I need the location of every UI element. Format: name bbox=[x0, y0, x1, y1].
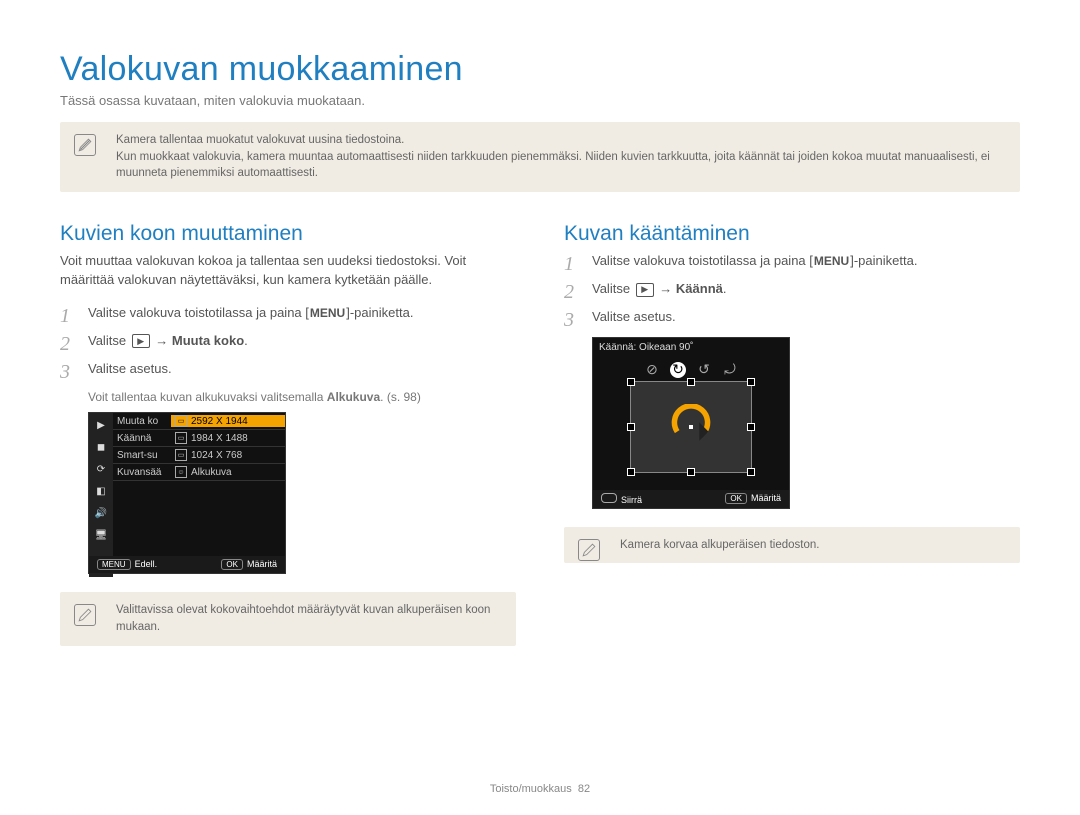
rotate-icon-left90: ↺ bbox=[696, 362, 712, 378]
menu-key-label: MENU bbox=[309, 305, 346, 322]
resize-step-2-pre: Valitse bbox=[88, 333, 130, 348]
lcd-row-1-label: Muuta ko bbox=[113, 416, 171, 427]
resize-section: Kuvien koon muuttaminen Voit muuttaa val… bbox=[60, 222, 516, 676]
lcd-back-label: Edell. bbox=[135, 559, 158, 569]
info-icon bbox=[74, 604, 96, 626]
page-footer: Toisto/muokkaus 82 bbox=[0, 783, 1080, 795]
lcd-row-2-label: Käännä bbox=[113, 433, 171, 444]
lcd-row-4-label: Kuvansää bbox=[113, 467, 171, 478]
resize-footnote: Voit tallentaa kuvan alkukuvaksi valitse… bbox=[88, 390, 516, 404]
arrow-text: → bbox=[656, 281, 676, 296]
rotate-step-2: Valitse ▶ → Käännä. bbox=[564, 280, 1020, 298]
size-icon: ▭ bbox=[175, 449, 187, 461]
resize-bottom-note-text: Valittavissa olevat kokovaihtoehdot määr… bbox=[116, 604, 490, 633]
nav-pill-icon bbox=[601, 493, 617, 503]
resize-footnote-post: . (s. 98) bbox=[380, 390, 421, 404]
menu-badge: MENU bbox=[97, 559, 131, 570]
lcd-row-3-label: Smart-su bbox=[113, 450, 171, 461]
lcd-row-3: Smart-su ▭ 1024 X 768 bbox=[113, 447, 285, 464]
footer-page-number: 82 bbox=[578, 783, 590, 795]
resize-heading: Kuvien koon muuttaminen bbox=[60, 222, 516, 246]
rotate-lcd-mock: Käännä: Oikeaan 90˚ ⊘ ↻ ↺ ⤾ bbox=[592, 337, 790, 509]
info-icon bbox=[578, 539, 600, 561]
lcd-icon-play: ▶ bbox=[93, 417, 109, 433]
lcd-row-2-value: ▭ 1984 X 1488 bbox=[171, 432, 285, 444]
rotate-icon-right90: ↻ bbox=[670, 362, 686, 378]
rotate-step-1-pre: Valitse valokuva toistotilassa ja paina … bbox=[592, 253, 813, 268]
resize-step-1-text-pre: Valitse valokuva toistotilassa ja paina … bbox=[88, 305, 309, 320]
page-subtitle: Tässä osassa kuvataan, miten valokuvia m… bbox=[60, 93, 1020, 108]
rotate-step-1-post: ]-painiketta. bbox=[850, 253, 917, 268]
ok-badge: OK bbox=[221, 559, 243, 570]
menu-key-label: MENU bbox=[813, 253, 850, 270]
size-icon: ▭ bbox=[175, 432, 187, 444]
resize-intro: Voit muuttaa valokuvan kokoa ja tallenta… bbox=[60, 252, 516, 290]
lcd-row-3-value-text: 1024 X 768 bbox=[191, 450, 242, 461]
size-icon: ▭ bbox=[175, 415, 187, 427]
lcd-row-1: Muuta ko ▭ 2592 X 1944 bbox=[113, 413, 285, 430]
resize-step-3: Valitse asetus. bbox=[60, 360, 516, 378]
lcd-row-4-value: ☺ Alkukuva bbox=[171, 466, 285, 478]
rotate-icon-180: ⤾ bbox=[722, 362, 738, 378]
lcd-icon-display: 🖥 bbox=[93, 527, 109, 543]
lcd-row-2-value-text: 1984 X 1488 bbox=[191, 433, 248, 444]
resize-lcd-mock: ▶ ◼ ⟳ ◧ 🔊 🖥 Muuta ko ▭ 2592 X 1944 Käännä… bbox=[88, 412, 286, 574]
lcd-menu-list: Muuta ko ▭ 2592 X 1944 Käännä ▭ 1984 X 148… bbox=[113, 413, 285, 481]
rotate-step-1: Valitse valokuva toistotilassa ja paina … bbox=[564, 252, 1020, 270]
lcd-row-3-value: ▭ 1024 X 768 bbox=[171, 449, 285, 461]
resize-footnote-pre: Voit tallentaa kuvan alkukuvaksi valitse… bbox=[88, 390, 327, 404]
top-info-note: Kamera tallentaa muokatut valokuvat uusi… bbox=[60, 122, 1020, 192]
rotate-step-3: Valitse asetus. bbox=[564, 308, 1020, 326]
lcd-icon-contrast: ◧ bbox=[93, 483, 109, 499]
edit-mode-icon: ▶ bbox=[132, 334, 150, 348]
info-note-line-1: Kamera tallentaa muokatut valokuvat uusi… bbox=[116, 132, 1006, 149]
lcd-left-iconbar: ▶ ◼ ⟳ ◧ 🔊 🖥 bbox=[89, 413, 113, 577]
lcd-icon-stop: ◼ bbox=[93, 439, 109, 455]
lcd-row-4-value-text: Alkukuva bbox=[191, 467, 232, 478]
rotate-preview-box bbox=[630, 381, 752, 473]
ok-badge: OK bbox=[725, 493, 747, 504]
rotate-lcd-bottom: Siirrä OK Määritä bbox=[593, 490, 789, 508]
lcd-row-2: Käännä ▭ 1984 X 1488 bbox=[113, 430, 285, 447]
footer-section: Toisto/muokkaus bbox=[490, 783, 572, 795]
lcd-row-4: Kuvansää ☺ Alkukuva bbox=[113, 464, 285, 481]
resize-footnote-bold: Alkukuva bbox=[327, 390, 380, 404]
rotate-section: Kuvan kääntäminen Valitse valokuva toist… bbox=[564, 222, 1020, 676]
rotate-arrow-icon bbox=[668, 404, 714, 450]
arrow-text: → bbox=[152, 333, 172, 348]
person-icon: ☺ bbox=[175, 466, 187, 478]
lcd-bottom-bar: MENU Edell. OK Määritä bbox=[89, 556, 285, 573]
resize-step-2: Valitse ▶ → Muuta koko. bbox=[60, 332, 516, 350]
rotate-bottom-note-text: Kamera korvaa alkuperäisen tiedoston. bbox=[620, 539, 819, 551]
rotate-move-label: Siirrä bbox=[621, 495, 642, 505]
info-icon bbox=[74, 134, 96, 156]
page-title: Valokuvan muokkaaminen bbox=[60, 50, 1020, 89]
lcd-icon-rotate: ⟳ bbox=[93, 461, 109, 477]
rotate-step-2-pre: Valitse bbox=[592, 281, 634, 296]
lcd-row-1-value-text: 2592 X 1944 bbox=[191, 416, 248, 427]
resize-step-2-bold: Muuta koko bbox=[172, 333, 244, 348]
info-note-line-2: Kun muokkaat valokuvia, kamera muuntaa a… bbox=[116, 149, 1006, 182]
resize-step-1: Valitse valokuva toistotilassa ja paina … bbox=[60, 304, 516, 322]
lcd-icon-sound: 🔊 bbox=[93, 505, 109, 521]
lcd-set-label: Määritä bbox=[247, 559, 277, 569]
rotate-step-2-end: . bbox=[723, 281, 727, 296]
rotate-heading: Kuvan kääntäminen bbox=[564, 222, 1020, 246]
edit-mode-icon: ▶ bbox=[636, 283, 654, 297]
rotate-lcd-title: Käännä: Oikeaan 90˚ bbox=[599, 342, 694, 353]
rotate-set-label: Määritä bbox=[751, 493, 781, 503]
resize-step-2-end: . bbox=[244, 333, 248, 348]
resize-step-1-text-post: ]-painiketta. bbox=[346, 305, 413, 320]
rotate-icon-none: ⊘ bbox=[644, 362, 660, 378]
rotate-step-2-bold: Käännä bbox=[676, 281, 723, 296]
rotate-icon-row: ⊘ ↻ ↺ ⤾ bbox=[593, 362, 789, 378]
resize-bottom-note: Valittavissa olevat kokovaihtoehdot määr… bbox=[60, 592, 516, 645]
lcd-row-1-value: ▭ 2592 X 1944 bbox=[171, 415, 285, 427]
rotate-bottom-note: Kamera korvaa alkuperäisen tiedoston. bbox=[564, 527, 1020, 564]
